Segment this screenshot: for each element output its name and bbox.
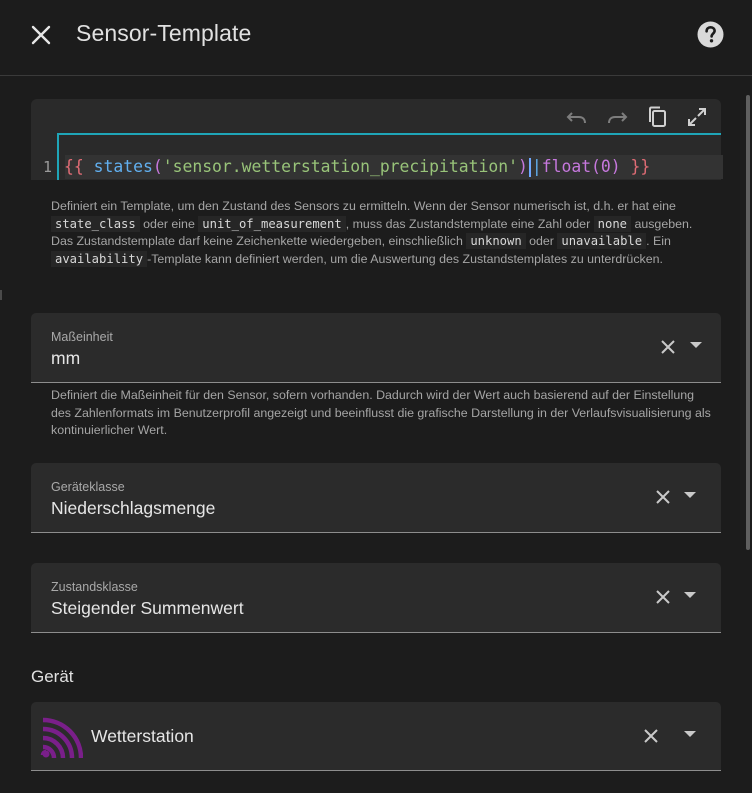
redo-icon	[608, 112, 628, 124]
helper-text: . Ein	[646, 234, 671, 248]
helper-text: -Template kann definiert werden, um die …	[147, 251, 663, 266]
helper-text: oder eine	[139, 216, 199, 231]
device-class-label: Geräteklasse	[51, 480, 125, 494]
dialog-title: Sensor-Template	[76, 20, 252, 46]
device-clear-button[interactable]	[641, 726, 661, 746]
close-icon	[656, 590, 670, 604]
device-class-value: Niederschlagsmenge	[51, 498, 216, 518]
state-class-clear-button[interactable]	[653, 587, 673, 607]
helper-text: , muss das Zustandstemplate eine Zahl od…	[345, 216, 594, 231]
state-class-select[interactable]: Zustandsklasse Steigender Summenwert	[31, 563, 721, 633]
dialog-header: Sensor-Template	[0, 0, 752, 76]
fullscreen-icon	[688, 108, 706, 126]
code-open-braces: {{	[64, 157, 84, 176]
helper-code: unit_of_measurement	[198, 215, 346, 232]
undo-icon	[566, 112, 586, 124]
device-select[interactable]: Wetterstation	[31, 702, 721, 771]
wifi-broadcast-icon	[39, 714, 83, 760]
code-function: states	[93, 157, 153, 176]
state-class-label: Zustandsklasse	[51, 580, 138, 594]
undo-button[interactable]	[559, 103, 595, 131]
close-icon	[644, 729, 658, 743]
copy-button[interactable]	[639, 103, 675, 131]
code-rparen: )	[517, 157, 528, 176]
fullscreen-button[interactable]	[679, 103, 715, 131]
state-class-value: Steigender Summenwert	[51, 598, 244, 618]
code-lparen: (	[152, 157, 163, 176]
text-cursor	[528, 158, 531, 177]
code-pipe: |	[531, 157, 542, 176]
unit-helper-text: Definiert die Maßeinheit für den Sensor,…	[51, 388, 711, 437]
helper-text: Definiert ein Template, um den Zustand d…	[51, 199, 676, 213]
helper-code: unknown	[466, 233, 526, 249]
unit-select[interactable]: Maßeinheit mm	[31, 313, 721, 383]
code-string-arg: 'sensor.wetterstation_precipitation'	[162, 157, 518, 176]
unit-clear-button[interactable]	[658, 337, 678, 357]
helper-text: oder	[525, 234, 558, 248]
device-class-select[interactable]: Geräteklasse Niederschlagsmenge	[31, 463, 721, 533]
code-close-braces: }}	[630, 157, 651, 176]
device-name: Wetterstation	[91, 726, 194, 746]
help-button[interactable]	[696, 20, 724, 48]
unit-value: mm	[51, 348, 81, 368]
line-number: 1	[43, 158, 53, 176]
chevron-down-icon[interactable]	[684, 492, 696, 498]
close-icon	[656, 490, 670, 504]
helper-code: unavailable	[557, 233, 647, 249]
chevron-down-icon[interactable]	[690, 342, 702, 348]
scrollbar[interactable]	[746, 95, 750, 550]
help-icon	[697, 21, 723, 47]
device-class-clear-button[interactable]	[653, 487, 673, 507]
edge-marker	[0, 290, 2, 300]
close-button[interactable]	[24, 18, 58, 52]
chevron-down-icon[interactable]	[684, 592, 696, 598]
helper-code: availability	[51, 250, 148, 267]
unit-label: Maßeinheit	[51, 330, 113, 344]
close-icon	[661, 340, 675, 354]
copy-icon	[649, 106, 666, 127]
close-icon	[31, 25, 51, 45]
chevron-down-icon[interactable]	[684, 731, 696, 737]
sensor-template-dialog: Sensor-Template 1 {{states('sensor.wett…	[0, 0, 752, 793]
editor-toolbar	[559, 103, 715, 131]
redo-button[interactable]	[599, 103, 635, 131]
helper-code: state_class	[51, 215, 140, 232]
template-helper-text: Definiert ein Template, um den Zustand d…	[51, 198, 711, 268]
code-filter: float(0)	[541, 157, 621, 176]
helper-code: none	[593, 215, 632, 232]
template-code[interactable]: {{ states('sensor.wetterstation_precipit…	[64, 157, 650, 177]
device-section-title: Gerät	[31, 667, 74, 686]
